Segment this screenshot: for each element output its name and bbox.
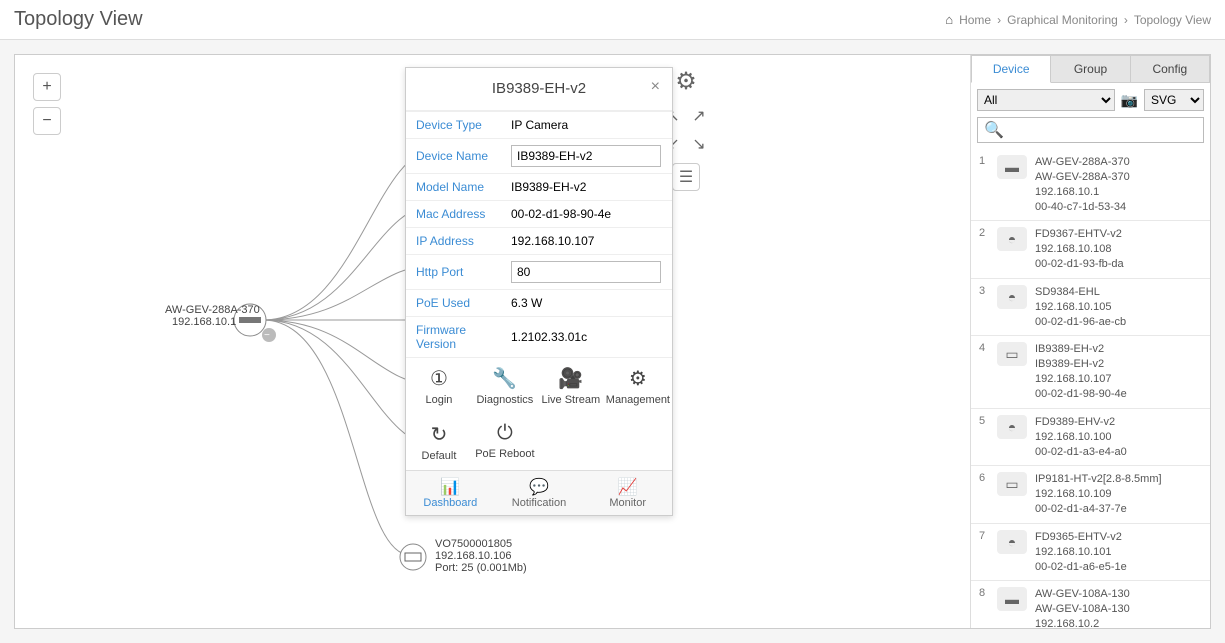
root-node-name: AW-GEV-288A-370	[165, 304, 260, 316]
model-name-value: IB9389-EH-v2	[501, 174, 672, 201]
device-list[interactable]: 1▬AW-GEV-288A-370AW-GEV-288A-370192.168.…	[971, 149, 1210, 628]
device-list-item[interactable]: 1▬AW-GEV-288A-370AW-GEV-288A-370192.168.…	[971, 149, 1210, 221]
power-icon: ⏻	[474, 422, 536, 445]
breadcrumb-l2: Topology View	[1134, 13, 1211, 27]
device-type-value: IP Camera	[501, 112, 672, 139]
http-port-input[interactable]	[511, 261, 661, 283]
tab-device[interactable]: Device	[971, 55, 1051, 83]
snapshot-icon[interactable]: 📷	[1121, 92, 1138, 109]
live-stream-button[interactable]: 🎥Live Stream	[538, 358, 604, 414]
close-icon[interactable]: ×	[651, 78, 660, 96]
poe-value: 6.3 W	[501, 290, 672, 317]
zoom-in-button[interactable]: +	[33, 73, 61, 101]
main-area: + − − AW-GEV-288A-370 192.168.10.1	[14, 54, 1211, 629]
device-list-item[interactable]: 8▬AW-GEV-108A-130AW-GEV-108A-130192.168.…	[971, 581, 1210, 628]
ip-label: IP Address	[406, 228, 501, 255]
camera-icon: 🎥	[540, 366, 602, 391]
device-list-item[interactable]: 4▭IB9389-EH-v2IB9389-EH-v2192.168.10.107…	[971, 336, 1210, 408]
device-list-item[interactable]: 6▭IP9181-HT-v2[2.8-8.5mm]192.168.10.1090…	[971, 466, 1210, 524]
fw-label: Firmware Version	[406, 317, 501, 358]
device-list-item[interactable]: 5◓FD9389-EHV-v2192.168.10.10000-02-d1-a3…	[971, 409, 1210, 467]
breadcrumb: ⌂ Home› Graphical Monitoring› Topology V…	[945, 12, 1211, 27]
device-type-label: Device Type	[406, 112, 501, 139]
mac-value: 00-02-d1-98-90-4e	[501, 201, 672, 228]
poe-reboot-button[interactable]: ⏻PoE Reboot	[472, 414, 538, 470]
fw-value: 1.2102.33.01c	[501, 317, 672, 358]
wrench-icon: 🔧	[474, 366, 536, 391]
diagnostics-button[interactable]: 🔧Diagnostics	[472, 358, 538, 414]
extra-node-ip: 192.168.10.106	[435, 550, 511, 562]
management-button[interactable]: ⚙Management	[604, 358, 672, 414]
monitor-tab[interactable]: 📈Monitor	[583, 471, 672, 515]
gauge-icon: 📊	[408, 477, 493, 497]
expand-icon-2[interactable]: ↗	[690, 107, 708, 125]
http-label: Http Port	[406, 255, 501, 290]
device-list-item[interactable]: 2◓FD9367-EHTV-v2192.168.10.10800-02-d1-9…	[971, 221, 1210, 279]
list-view-icon[interactable]: ☰	[672, 163, 700, 191]
model-name-label: Model Name	[406, 174, 501, 201]
search-input[interactable]	[1008, 123, 1197, 137]
ip-value: 192.168.10.107	[501, 228, 672, 255]
device-list-item[interactable]: 7◓FD9365-EHTV-v2192.168.10.10100-02-d1-a…	[971, 524, 1210, 582]
zoom-out-button[interactable]: −	[33, 107, 61, 135]
breadcrumb-home[interactable]: Home	[959, 13, 991, 27]
topology-canvas[interactable]: + − − AW-GEV-288A-370 192.168.10.1	[15, 55, 970, 628]
sidebar: Device Group Config All 📷 SVG 🔍 1▬AW-GEV…	[970, 55, 1210, 628]
device-detail-panel: IB9389-EH-v2 × Device TypeIP Camera Devi…	[405, 67, 673, 516]
device-name-input[interactable]	[511, 145, 661, 167]
user-icon: ①	[408, 366, 470, 391]
device-list-item[interactable]: 3◓SD9384-EHL192.168.10.10500-02-d1-96-ae…	[971, 279, 1210, 337]
home-icon[interactable]: ⌂	[945, 12, 953, 27]
chart-icon: 📈	[585, 477, 670, 497]
extra-node-mac: VO7500001805	[435, 538, 512, 550]
search-input-wrapper[interactable]: 🔍	[977, 117, 1204, 143]
page-header: Topology View ⌂ Home› Graphical Monitori…	[0, 0, 1225, 40]
refresh-icon: ↻	[408, 422, 470, 447]
breadcrumb-l1[interactable]: Graphical Monitoring	[1007, 13, 1118, 27]
svg-text:−: −	[264, 330, 270, 341]
notification-tab[interactable]: 💬Notification	[495, 471, 584, 515]
device-name-label: Device Name	[406, 139, 501, 174]
tab-group[interactable]: Group	[1051, 55, 1130, 83]
extra-node-port: Port: 25 (0.001Mb)	[435, 562, 527, 574]
format-select[interactable]: SVG	[1144, 89, 1204, 111]
root-node-ip: 192.168.10.1	[172, 316, 236, 328]
settings-gear-icon[interactable]: ⚙	[670, 65, 702, 97]
panel-title: IB9389-EH-v2	[492, 80, 586, 97]
gear-icon: ⚙	[606, 366, 670, 391]
filter-select[interactable]: All	[977, 89, 1115, 111]
message-icon: 💬	[497, 477, 582, 497]
poe-label: PoE Used	[406, 290, 501, 317]
mac-label: Mac Address	[406, 201, 501, 228]
login-button[interactable]: ①Login	[406, 358, 472, 414]
dashboard-tab[interactable]: 📊Dashboard	[406, 471, 495, 515]
default-button[interactable]: ↻Default	[406, 414, 472, 470]
collapse-icon-2[interactable]: ↘	[690, 135, 708, 153]
tab-config[interactable]: Config	[1131, 55, 1210, 83]
page-title: Topology View	[14, 8, 143, 31]
search-icon: 🔍	[984, 120, 1004, 140]
